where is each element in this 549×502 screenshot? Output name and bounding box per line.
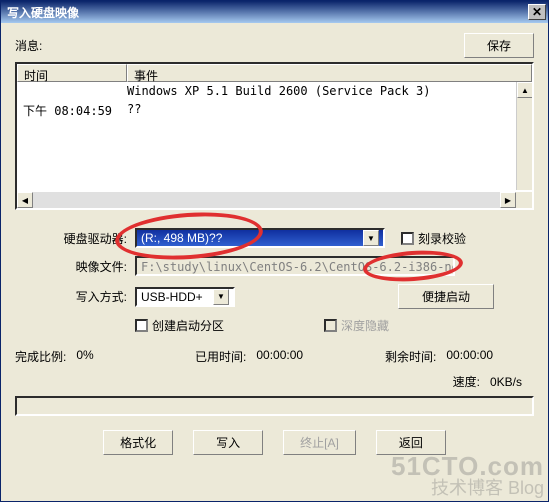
speed-row: 速度: 0KB/s (15, 373, 522, 390)
drive-label: 硬盘驱动器: (15, 230, 135, 247)
write-button[interactable]: 写入 (193, 430, 263, 455)
scroll-left-icon[interactable]: ◀ (17, 192, 33, 208)
format-button[interactable]: 格式化 (103, 430, 173, 455)
col-event[interactable]: 事件 (127, 64, 532, 82)
log-header: 时间 事件 (17, 64, 532, 82)
close-button[interactable]: ✕ (528, 4, 546, 20)
write-method-select[interactable]: USB-HDD+ ▼ (135, 287, 235, 307)
message-label: 消息: (15, 37, 42, 54)
window-title: 写入硬盘映像 (7, 4, 528, 21)
save-button[interactable]: 保存 (464, 33, 534, 58)
chevron-down-icon: ▼ (363, 230, 379, 246)
verify-label: 刻录校验 (418, 230, 466, 247)
horizontal-scrollbar[interactable]: ◀ ▶ (17, 192, 516, 208)
progress-bar (15, 396, 534, 416)
write-method-label: 写入方式: (15, 288, 135, 305)
chevron-down-icon: ▼ (213, 289, 229, 305)
back-button[interactable]: 返回 (376, 430, 446, 455)
list-item[interactable]: 下午 08:04:59 ?? (17, 100, 532, 121)
abort-button: 终止[A] (283, 430, 356, 455)
log-listview[interactable]: 时间 事件 Windows XP 5.1 Build 2600 (Service… (15, 62, 534, 210)
titlebar: 写入硬盘映像 ✕ (1, 1, 548, 23)
vertical-scrollbar[interactable]: ▲ (516, 82, 532, 190)
stats-row: 完成比例:0% 已用时间:00:00:00 剩余时间:00:00:00 (15, 348, 534, 365)
drive-select[interactable]: (R:, 498 MB)?? ▼ (135, 228, 385, 248)
scroll-right-icon[interactable]: ▶ (500, 192, 516, 208)
image-file-field: F:\study\linux\CentOS-6.2\CentOS-6.2-i38… (135, 256, 455, 276)
write-disk-image-dialog: 写入硬盘映像 ✕ 消息: 保存 时间 事件 Windows XP 5.1 Bui… (0, 0, 549, 502)
scroll-up-icon[interactable]: ▲ (517, 82, 533, 98)
image-file-label: 映像文件: (15, 258, 135, 275)
create-partition-checkbox[interactable] (135, 319, 148, 332)
deep-hide-label: 深度隐藏 (341, 317, 389, 334)
quickboot-button[interactable]: 便捷启动 (398, 284, 494, 309)
verify-checkbox[interactable] (401, 232, 414, 245)
list-item[interactable]: Windows XP 5.1 Build 2600 (Service Pack … (17, 82, 532, 100)
deep-hide-checkbox (324, 319, 337, 332)
create-partition-label: 创建启动分区 (152, 317, 224, 334)
col-time[interactable]: 时间 (17, 64, 127, 82)
